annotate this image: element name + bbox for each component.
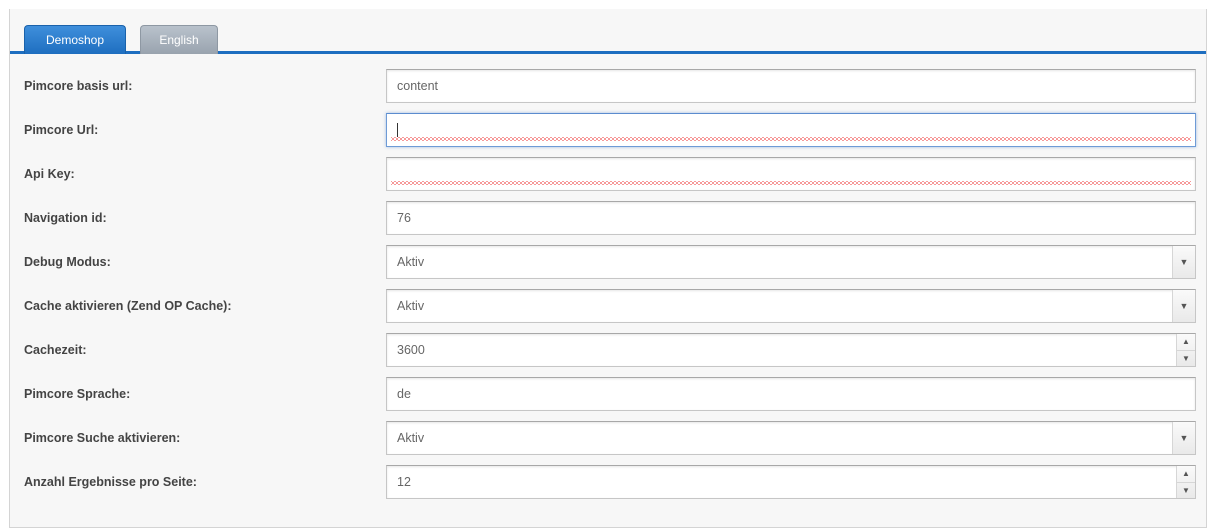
settings-panel: Demoshop English Pimcore basis url: cont…	[9, 9, 1207, 528]
spinner-down-icon[interactable]: ▼	[1177, 351, 1195, 367]
field-label: Cachezeit:	[24, 343, 87, 357]
spellcheck-underline	[391, 181, 1191, 185]
field-value: content	[397, 79, 439, 93]
pimcore-suche-select[interactable]: Aktiv ▼	[386, 421, 1196, 455]
spinner-down-icon[interactable]: ▼	[1177, 483, 1195, 499]
form-row-api-key: Api Key:	[10, 152, 1206, 196]
settings-form: Pimcore basis url: content Pimcore Url: …	[10, 64, 1206, 527]
field-value: 76	[397, 211, 411, 225]
spinner-up-icon[interactable]: ▲	[1177, 466, 1195, 483]
spinner-up-icon[interactable]: ▲	[1177, 334, 1195, 351]
field-label: Cache aktivieren (Zend OP Cache):	[24, 299, 232, 313]
number-spinner: ▲ ▼	[1176, 466, 1195, 498]
field-value: Aktiv	[397, 431, 425, 445]
anzahl-ergebnisse-number-input[interactable]: 12 ▲ ▼	[386, 465, 1196, 499]
dropdown-trigger[interactable]: ▼	[1172, 290, 1195, 322]
pimcore-sprache-input[interactable]: de	[386, 377, 1196, 411]
field-value: Aktiv	[397, 255, 425, 269]
text-cursor	[397, 123, 398, 137]
field-label: Debug Modus:	[24, 255, 111, 269]
tab-demoshop[interactable]: Demoshop	[24, 25, 126, 54]
field-label: Pimcore Suche aktivieren:	[24, 431, 181, 445]
tab-label: English	[159, 33, 199, 47]
field-label: Pimcore Sprache:	[24, 387, 131, 401]
navigation-id-input[interactable]: 76	[386, 201, 1196, 235]
form-row-cachezeit: Cachezeit: 3600 ▲ ▼	[10, 328, 1206, 372]
field-label: Pimcore basis url:	[24, 79, 133, 93]
field-label: Api Key:	[24, 167, 75, 181]
tab-label: Demoshop	[45, 33, 105, 47]
form-row-pimcore-suche: Pimcore Suche aktivieren: Aktiv ▼	[10, 416, 1206, 460]
api-key-input[interactable]	[386, 157, 1196, 191]
chevron-down-icon: ▼	[1179, 432, 1189, 443]
cachezeit-number-input[interactable]: 3600 ▲ ▼	[386, 333, 1196, 367]
field-label: Pimcore Url:	[24, 123, 99, 137]
spellcheck-underline	[391, 137, 1191, 141]
dropdown-trigger[interactable]: ▼	[1172, 246, 1195, 278]
tab-bar: Demoshop English	[10, 9, 1206, 54]
form-row-anzahl-ergebnisse: Anzahl Ergebnisse pro Seite: 12 ▲ ▼	[10, 460, 1206, 504]
form-row-debug-modus: Debug Modus: Aktiv ▼	[10, 240, 1206, 284]
field-value: 12	[397, 475, 411, 489]
field-value: Aktiv	[397, 299, 425, 313]
debug-modus-select[interactable]: Aktiv ▼	[386, 245, 1196, 279]
cache-aktivieren-select[interactable]: Aktiv ▼	[386, 289, 1196, 323]
chevron-down-icon: ▼	[1179, 256, 1189, 267]
field-value: 3600	[397, 343, 425, 357]
tab-english[interactable]: English	[140, 25, 218, 54]
form-row-pimcore-basis-url: Pimcore basis url: content	[10, 64, 1206, 108]
pimcore-basis-url-input[interactable]: content	[386, 69, 1196, 103]
form-row-pimcore-url: Pimcore Url:	[10, 108, 1206, 152]
field-label: Anzahl Ergebnisse pro Seite:	[24, 475, 197, 489]
dropdown-trigger[interactable]: ▼	[1172, 422, 1195, 454]
form-row-pimcore-sprache: Pimcore Sprache: de	[10, 372, 1206, 416]
number-spinner: ▲ ▼	[1176, 334, 1195, 366]
chevron-down-icon: ▼	[1179, 300, 1189, 311]
form-row-navigation-id: Navigation id: 76	[10, 196, 1206, 240]
field-label: Navigation id:	[24, 211, 107, 225]
pimcore-url-input[interactable]	[386, 113, 1196, 147]
field-value: de	[397, 387, 411, 401]
form-row-cache-aktivieren: Cache aktivieren (Zend OP Cache): Aktiv …	[10, 284, 1206, 328]
